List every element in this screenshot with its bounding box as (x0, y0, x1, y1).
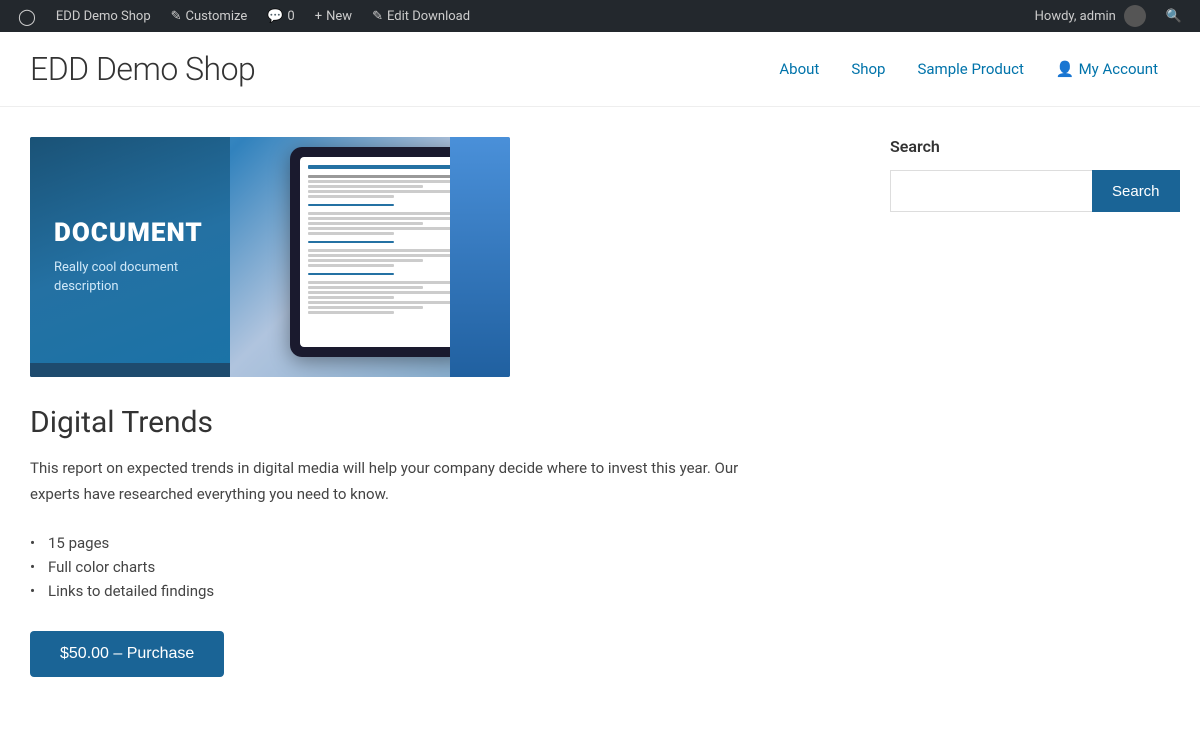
nav-shop[interactable]: Shop (839, 54, 897, 84)
account-person-icon: 👤 (1056, 60, 1075, 78)
nav-sample-product[interactable]: Sample Product (905, 54, 1035, 84)
feature-item: 15 pages (30, 531, 860, 555)
site-nav: About Shop Sample Product 👤 My Account (767, 54, 1170, 84)
doc-blue-bar (30, 363, 230, 377)
pencil-icon: ✎ (372, 9, 383, 24)
customize-button[interactable]: ✎ Customize (161, 0, 258, 32)
doc-overlay-desc: Really cool document description (54, 258, 206, 297)
nav-my-account[interactable]: 👤 My Account (1044, 54, 1170, 84)
site-title: EDD Demo Shop (30, 50, 255, 88)
product-description: This report on expected trends in digita… (30, 456, 770, 507)
product-image: DOCUMENT Really cool document descriptio… (30, 137, 510, 377)
feature-item: Full color charts (30, 555, 860, 579)
doc-overlay-left: DOCUMENT Really cool document descriptio… (30, 137, 230, 377)
edit-download-label: Edit Download (387, 9, 470, 24)
my-account-label: My Account (1079, 60, 1158, 78)
site-name-button[interactable]: EDD Demo Shop (46, 0, 161, 32)
wordpress-icon: ◯ (18, 7, 36, 26)
site-name-label: EDD Demo Shop (56, 9, 151, 24)
customize-label: Customize (186, 9, 248, 24)
edit-download-button[interactable]: ✎ Edit Download (362, 0, 480, 32)
admin-bar: ◯ EDD Demo Shop ✎ Customize 💬 0 + New ✎ … (0, 0, 1200, 32)
search-form: Search (890, 170, 1170, 212)
doc-lines (308, 165, 452, 314)
wordpress-logo-button[interactable]: ◯ (8, 0, 46, 32)
product-title: Digital Trends (30, 405, 860, 440)
customize-icon: ✎ (171, 9, 182, 24)
sidebar: Search Search (890, 137, 1170, 677)
comments-count: 0 (287, 9, 294, 24)
nav-about[interactable]: About (767, 54, 831, 84)
plus-icon: + (315, 9, 322, 24)
main-content: DOCUMENT Really cool document descriptio… (0, 107, 1200, 707)
howdy-label: Howdy, admin (1035, 9, 1116, 24)
purchase-button[interactable]: $50.00 – Purchase (30, 631, 224, 677)
tablet-screen (300, 157, 460, 347)
search-widget: Search Search (890, 137, 1170, 212)
new-button[interactable]: + New (305, 0, 362, 32)
howdy-button[interactable]: Howdy, admin (1025, 0, 1156, 32)
comments-icon: 💬 (267, 9, 283, 24)
new-label: New (326, 9, 352, 24)
avatar-icon (1124, 5, 1146, 27)
feature-item: Links to detailed findings (30, 579, 860, 603)
product-features: 15 pages Full color charts Links to deta… (30, 531, 860, 603)
search-widget-title: Search (890, 137, 1170, 156)
primary-content: DOCUMENT Really cool document descriptio… (30, 137, 860, 677)
image-right-accent (450, 137, 510, 377)
search-input[interactable] (890, 170, 1092, 212)
site-header: EDD Demo Shop About Shop Sample Product … (0, 32, 1200, 107)
search-admin-button[interactable]: 🔍 (1156, 0, 1192, 32)
search-button[interactable]: Search (1092, 170, 1180, 212)
comments-button[interactable]: 💬 0 (257, 0, 305, 32)
doc-overlay-title: DOCUMENT (54, 218, 206, 248)
search-admin-icon: 🔍 (1166, 9, 1182, 24)
tablet-frame (290, 147, 470, 357)
